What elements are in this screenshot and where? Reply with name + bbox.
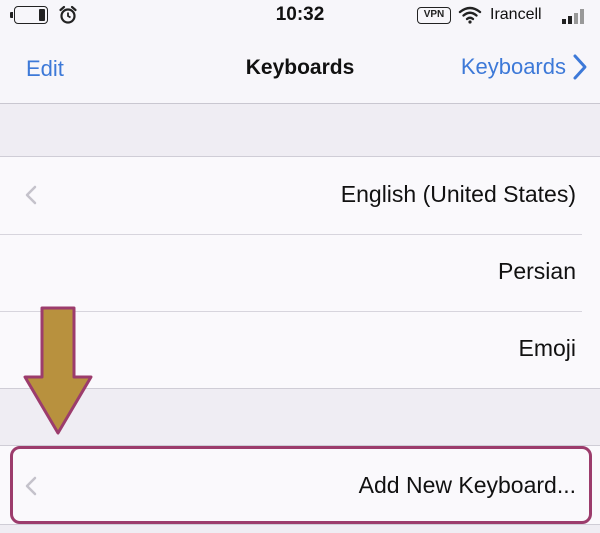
keyboard-row-persian[interactable]: Persian bbox=[0, 234, 600, 311]
back-button[interactable]: Keyboards bbox=[461, 52, 588, 82]
chevron-right-icon bbox=[573, 54, 587, 80]
back-button-label: Keyboards bbox=[460, 54, 566, 79]
battery-icon bbox=[10, 6, 48, 24]
keyboard-row-english[interactable]: English (United States) bbox=[0, 157, 600, 234]
vpn-badge: VPN bbox=[417, 7, 451, 24]
status-time: 10:32 bbox=[275, 4, 325, 25]
navigation-bar: Edit Keyboards Keyboards bbox=[0, 34, 600, 104]
wifi-icon bbox=[458, 6, 482, 24]
status-bar: 10:32 VPN Irancell bbox=[0, 0, 600, 34]
signal-icon bbox=[562, 9, 584, 24]
chevron-left-icon bbox=[25, 185, 37, 205]
carrier-name: Irancell bbox=[490, 6, 542, 23]
keyboard-label: English (United States) bbox=[340, 181, 576, 207]
highlight-frame bbox=[10, 446, 592, 524]
alarm-icon bbox=[59, 5, 77, 24]
keyboard-label: Emoji bbox=[518, 335, 576, 361]
keyboard-label: Persian bbox=[498, 258, 576, 284]
down-arrow-icon bbox=[23, 306, 93, 435]
keyboards-screen: 10:32 VPN Irancell Edit Keyboards Keyboa… bbox=[0, 0, 600, 533]
